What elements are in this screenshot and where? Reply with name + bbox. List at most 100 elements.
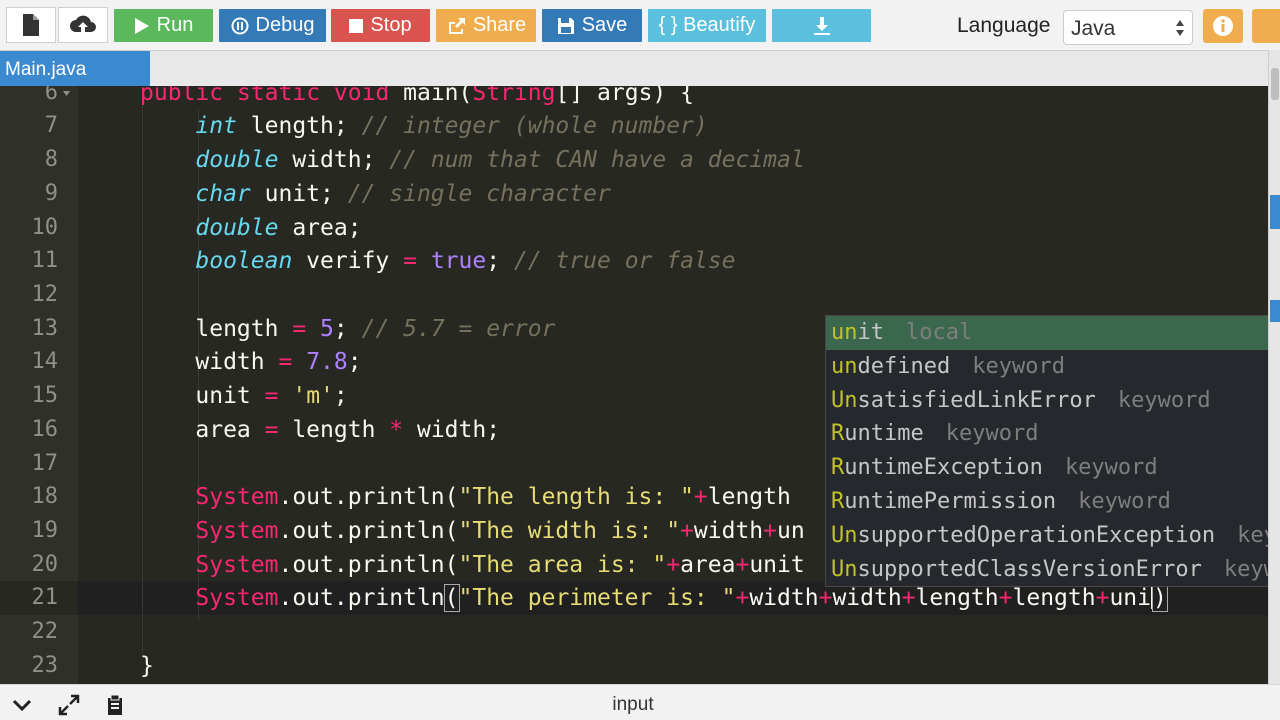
item-text: supportedOperationException xyxy=(857,522,1216,548)
match-text: Un xyxy=(831,522,858,548)
match-text: Un xyxy=(831,556,858,582)
line-number: 12 xyxy=(31,282,59,307)
code-line: unit = 'm'; xyxy=(140,383,348,409)
item-text: defined xyxy=(857,353,951,379)
line-number: 8 xyxy=(44,147,58,172)
code-line: length = 5; // 5.7 = error xyxy=(140,316,556,342)
io-panel-title: input xyxy=(612,694,654,715)
autocomplete-item[interactable]: unit local xyxy=(826,316,1280,350)
code-line: char unit; // single character xyxy=(195,181,611,207)
side-panel-marker xyxy=(1270,195,1280,229)
share-button-label: Share xyxy=(472,14,527,36)
line-number: 15 xyxy=(31,383,59,408)
code-line: double area; xyxy=(195,215,362,241)
autocomplete-item[interactable]: UnsupportedOperationExceptionkeyword xyxy=(826,519,1280,553)
item-text: it xyxy=(857,320,885,345)
code-line: System.out.println("The length is: "+len… xyxy=(195,484,791,510)
download-button[interactable] xyxy=(772,9,871,42)
settings-button[interactable] xyxy=(1252,9,1280,43)
line-number: 19 xyxy=(31,518,59,543)
line-number: 11 xyxy=(31,248,59,273)
file-icon xyxy=(23,14,39,36)
item-text: untime xyxy=(844,421,924,447)
language-value: Java xyxy=(1071,17,1116,40)
line-number: 21 xyxy=(31,585,59,610)
code-line: double width; // num that CAN have a dec… xyxy=(195,147,805,173)
select-arrows-icon xyxy=(1176,20,1184,36)
file-tab-bar: Main.java xyxy=(0,50,1268,86)
line-number: 16 xyxy=(31,417,59,442)
line-number: 6 xyxy=(44,86,58,105)
debug-button[interactable]: Debug xyxy=(219,9,326,42)
item-meta: keyword xyxy=(1117,387,1211,413)
debug-button-label: Debug xyxy=(255,14,315,36)
new-file-button[interactable] xyxy=(6,7,56,43)
item-meta: keyword xyxy=(1064,455,1158,481)
line-number: 14 xyxy=(31,349,59,374)
tab-label: Main.java xyxy=(5,59,87,80)
item-text: untimePermission xyxy=(844,489,1057,514)
code-line: width = 7.8; xyxy=(140,349,362,375)
fold-arrow-icon[interactable] xyxy=(63,91,70,96)
autocomplete-item[interactable]: UnsatisfiedLinkError keyword xyxy=(826,384,1280,418)
beautify-button-label: { } Beautify xyxy=(658,14,756,36)
download-icon xyxy=(813,16,830,35)
stop-button-label: Stop xyxy=(370,14,412,36)
play-icon xyxy=(134,17,149,34)
scrollbar-thumb[interactable] xyxy=(1271,68,1279,100)
match-text: un xyxy=(831,353,858,379)
code-line: public static void main(String[] args) { xyxy=(140,86,694,106)
cloud-upload-icon xyxy=(70,15,96,32)
line-number: 20 xyxy=(31,552,59,577)
debug-icon xyxy=(231,17,249,34)
stop-icon xyxy=(349,18,364,33)
side-panel-marker xyxy=(1270,300,1280,322)
beautify-button[interactable]: { } Beautify xyxy=(648,9,766,42)
line-number: 9 xyxy=(44,181,58,206)
item-meta: keyword xyxy=(945,421,1039,447)
upload-button[interactable] xyxy=(58,7,108,43)
info-icon xyxy=(1213,16,1233,36)
vertical-scrollbar[interactable] xyxy=(1268,50,1280,684)
stop-button[interactable]: Stop xyxy=(331,9,430,42)
code-line: System.out.println("The area is: "+area+… xyxy=(195,552,805,578)
item-meta: keyword xyxy=(1078,489,1171,514)
language-label: Language xyxy=(957,14,1051,37)
run-button[interactable]: Run xyxy=(114,9,213,42)
code-line: System.out.println("The width is: "+widt… xyxy=(195,518,805,544)
code-line: int length; // integer (whole number) xyxy=(195,113,708,139)
autocomplete-popup: unit local undefined keyword UnsatisfiedLi… xyxy=(825,315,1280,587)
line-number: 23 xyxy=(31,653,59,678)
code-line: boolean verify = true; // true or false xyxy=(195,248,736,274)
item-meta: keyword xyxy=(972,353,1065,379)
share-button[interactable]: Share xyxy=(436,9,536,42)
match-text: R xyxy=(831,455,845,481)
floppy-disk-icon xyxy=(557,17,574,34)
code-line: } xyxy=(140,653,154,679)
autocomplete-item[interactable]: undefined keyword xyxy=(826,350,1280,384)
code-line: area = length * width; xyxy=(140,417,501,443)
line-number: 13 xyxy=(31,316,59,341)
item-meta: local xyxy=(906,320,973,345)
autocomplete-item[interactable]: Runtime keyword xyxy=(826,417,1280,451)
io-panel-bar: input xyxy=(0,684,1280,720)
toolbar: Run Debug Stop Share Save { } Beautify L… xyxy=(0,0,1280,50)
share-icon xyxy=(448,17,465,34)
save-button-label: Save xyxy=(581,14,628,36)
match-text: R xyxy=(831,489,845,514)
match-text: un xyxy=(831,320,858,345)
language-select[interactable]: Java xyxy=(1063,10,1193,45)
match-text: R xyxy=(831,421,845,447)
info-button[interactable] xyxy=(1203,9,1243,43)
item-text: supportedClassVersionError xyxy=(857,556,1202,582)
save-button[interactable]: Save xyxy=(542,9,642,42)
autocomplete-item[interactable]: UnsupportedClassVersionErrorkeyword xyxy=(826,553,1280,586)
line-number: 17 xyxy=(31,451,59,476)
line-number: 7 xyxy=(44,113,58,138)
line-number: 10 xyxy=(31,215,59,240)
autocomplete-item[interactable]: RuntimeException keyword xyxy=(826,451,1280,485)
line-number: 22 xyxy=(31,619,59,644)
autocomplete-item[interactable]: RuntimePermission keyword xyxy=(826,485,1280,519)
run-button-label: Run xyxy=(156,14,194,36)
tab-main-java[interactable]: Main.java xyxy=(0,51,150,86)
